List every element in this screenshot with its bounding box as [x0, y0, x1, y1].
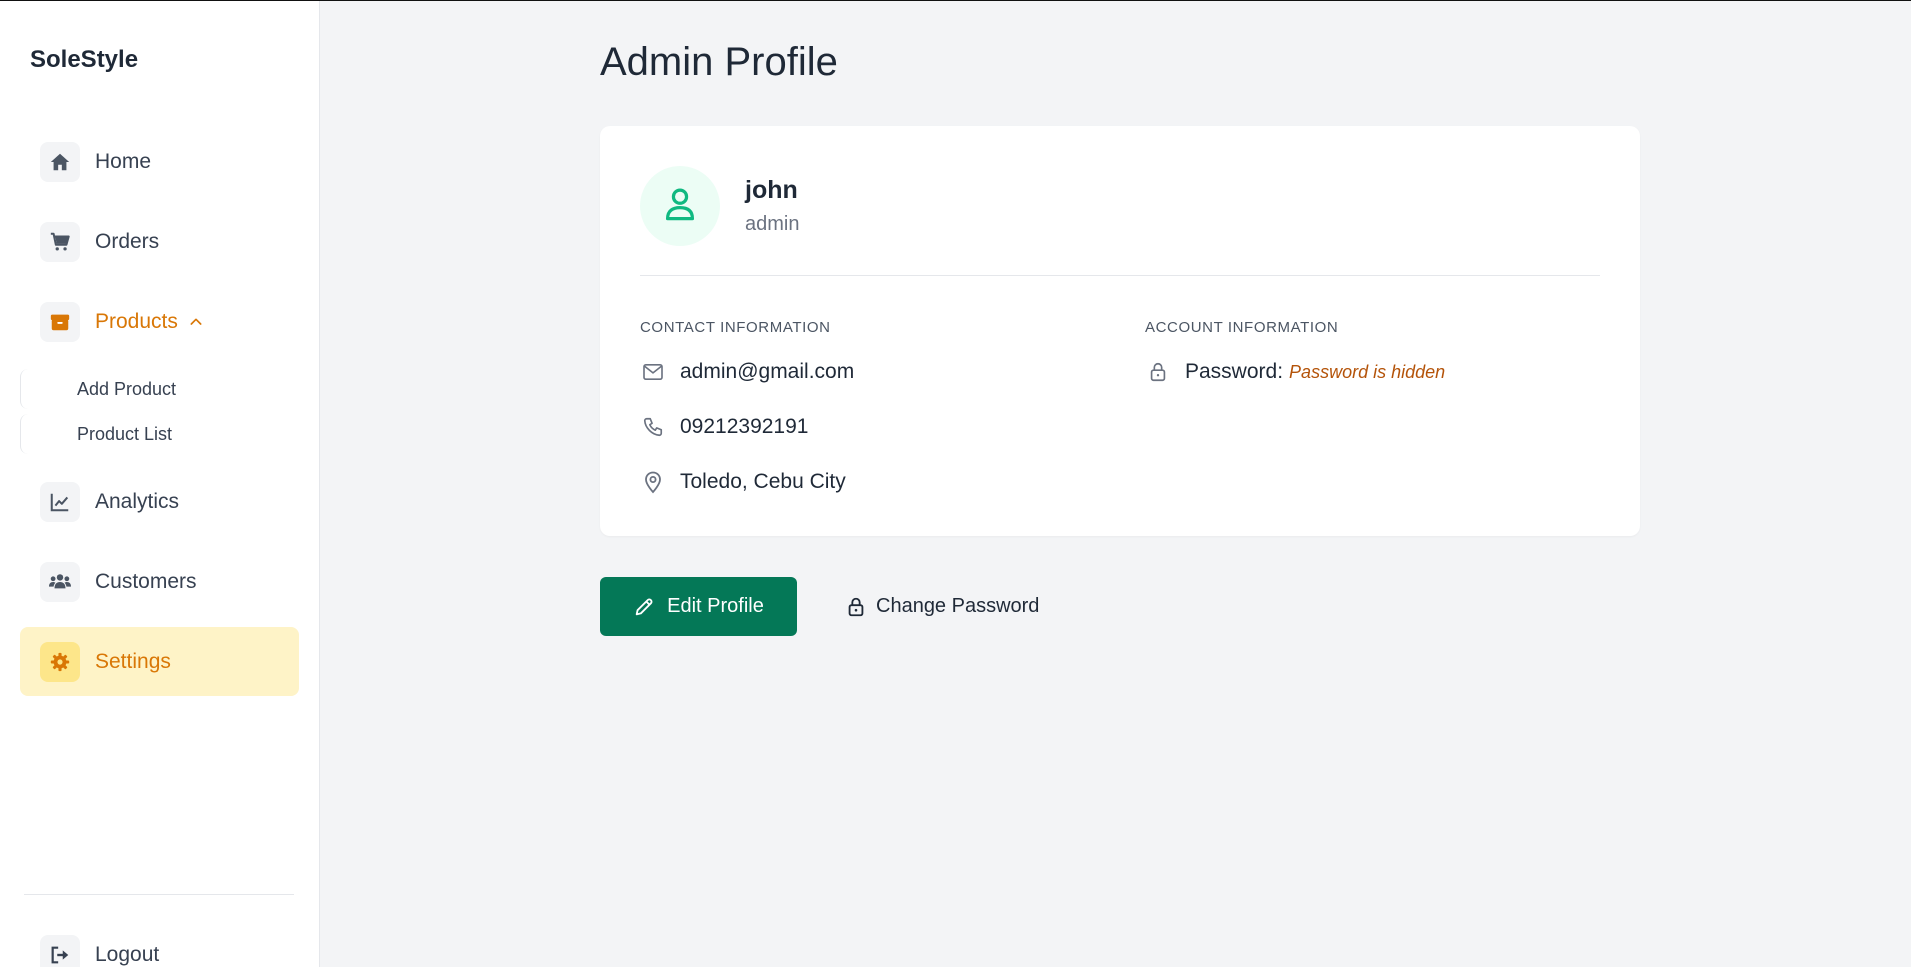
pencil-icon [635, 598, 653, 615]
chevron-up-icon[interactable] [188, 314, 204, 330]
brand-logo[interactable]: SoleStyle [30, 46, 138, 74]
sidebar-item-label: Analytics [95, 489, 180, 513]
box-icon [40, 301, 80, 342]
sidebar-item-orders[interactable]: Orders [20, 207, 299, 276]
sidebar-subitem-add-product[interactable]: Add Product [20, 369, 299, 409]
sidebar-subitem-product-list[interactable]: Product List [20, 414, 299, 454]
user-icon [662, 185, 698, 228]
contact-address-row: Toledo, Cebu City [640, 469, 846, 495]
change-password-button[interactable]: Change Password [846, 577, 1039, 636]
users-icon [40, 561, 80, 602]
sidebar-item-settings[interactable]: Settings [20, 627, 299, 696]
sidebar-item-label: Orders [95, 229, 160, 253]
edit-profile-button[interactable]: Edit Profile [600, 577, 797, 636]
home-icon [40, 141, 80, 182]
sidebar-subitem-label: Product List [77, 423, 173, 444]
sidebar-subitem-label: Add Product [77, 378, 177, 399]
contact-email: admin@gmail.com [680, 360, 855, 383]
sidebar-item-label: Settings [95, 649, 171, 673]
change-password-label: Change Password [876, 595, 1040, 617]
profile-card: john admin CONTACT INFORMATION admin@gma… [600, 126, 1640, 536]
account-password-row: Password: Password is hidden [1145, 359, 1445, 385]
sidebar-item-label: Products [95, 309, 178, 333]
lock-icon [848, 597, 864, 616]
lock-icon [1145, 359, 1171, 385]
profile-role: admin [745, 213, 800, 235]
page-title: Admin Profile [600, 40, 838, 84]
sidebar-item-products[interactable]: Products [20, 287, 299, 356]
cart-icon [40, 221, 80, 262]
edit-profile-label: Edit Profile [667, 595, 764, 617]
sidebar-item-home[interactable]: Home [20, 127, 299, 196]
sidebar: SoleStyle Home Orders Products Add Produ… [0, 1, 320, 967]
card-divider [640, 275, 1600, 276]
sidebar-divider [24, 894, 294, 895]
gear-icon [40, 641, 80, 682]
avatar [640, 166, 720, 246]
password-value: Password is hidden [1289, 361, 1446, 382]
password-label: Password: [1185, 360, 1284, 383]
account-info-heading: ACCOUNT INFORMATION [1145, 319, 1339, 336]
logout-icon [40, 934, 80, 967]
contact-email-row: admin@gmail.com [640, 359, 854, 385]
logout-button[interactable]: Logout [20, 920, 299, 967]
sidebar-item-analytics[interactable]: Analytics [20, 467, 299, 536]
logout-label: Logout [95, 942, 160, 966]
chart-line-icon [40, 481, 80, 522]
sidebar-item-label: Home [95, 149, 152, 173]
sidebar-item-label: Customers [95, 569, 197, 593]
sidebar-item-customers[interactable]: Customers [20, 547, 299, 616]
contact-info-heading: CONTACT INFORMATION [640, 319, 831, 336]
contact-address: Toledo, Cebu City [680, 470, 846, 493]
profile-name: john [745, 176, 798, 204]
contact-phone-row: 09212392191 [640, 414, 808, 440]
mail-icon [640, 359, 666, 385]
location-pin-icon [640, 469, 666, 495]
contact-phone: 09212392191 [680, 415, 809, 438]
phone-icon [640, 414, 666, 440]
